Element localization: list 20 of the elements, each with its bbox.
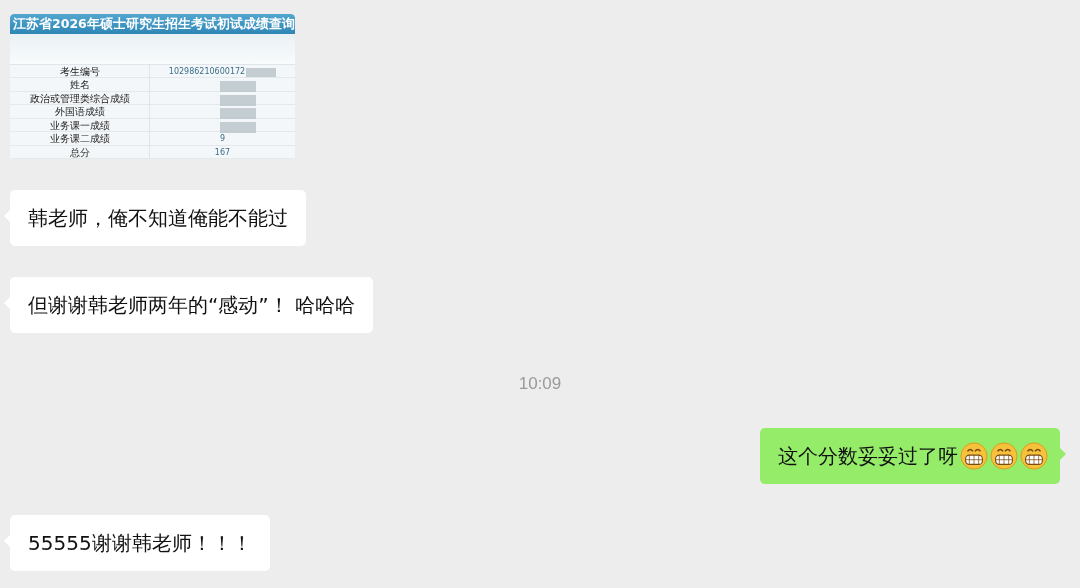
table-cell: 姓名 <box>10 78 150 92</box>
table-cell: 业务课一成绩 <box>10 118 150 132</box>
grinning-face-icon <box>960 442 988 470</box>
table-cell: 外国语成绩 <box>10 105 150 119</box>
grinning-face-icon <box>990 442 1018 470</box>
score-screenshot[interactable]: 江苏省2026年硕士研究生招生考试初试成绩查询 考生编号 102986210600172 姓名 政治或管理类综合成绩 外国语成绩 业务课一成绩 业务课二成绩 9 总分 167 <box>10 14 295 159</box>
table-cell: 业务课二成绩 <box>10 132 150 146</box>
table-cell-text: 102986210600172 <box>168 65 246 77</box>
card-title: 江苏省2026年硕士研究生招生考试初试成绩查询 <box>10 14 295 34</box>
message-text: 但谢谢韩老师两年的“感动”！ 哈哈哈 <box>28 291 356 319</box>
table-cell: 政治或管理类综合成绩 <box>10 91 150 105</box>
table-cell-text: 167 <box>214 146 231 158</box>
table-cell: 总分 <box>10 145 150 159</box>
table-cell-text: 9 <box>219 133 226 145</box>
message-text: 55555谢谢韩老师！！！ <box>28 529 252 557</box>
message-text: 韩老师，俺不知道俺能不能过 <box>28 204 288 232</box>
message-text: 这个分数妥妥过了呀 <box>778 442 958 470</box>
grinning-face-icon <box>1020 442 1048 470</box>
timestamp: 10:09 <box>518 374 562 394</box>
table-cell: 考生编号 <box>10 64 150 78</box>
